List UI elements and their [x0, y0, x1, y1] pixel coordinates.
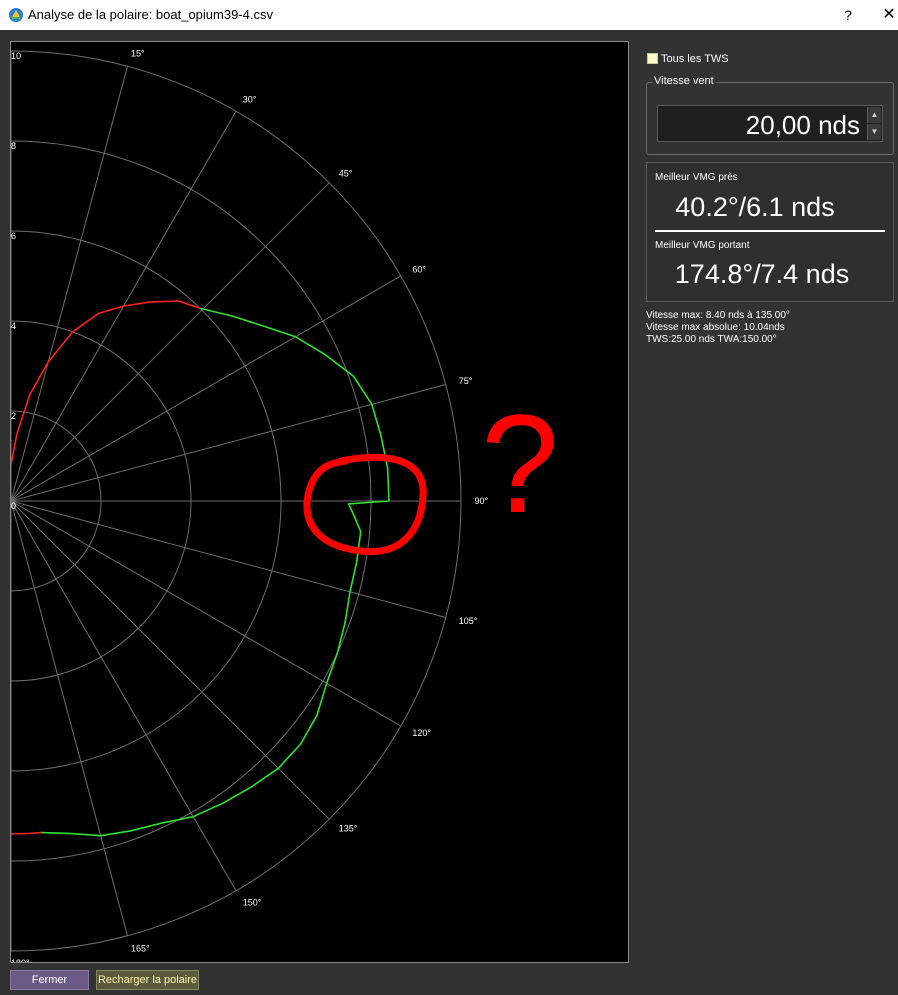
grid-radial-line [11, 500, 128, 936]
spin-up-arrow-icon[interactable]: ▲ [867, 107, 881, 123]
close-window-button[interactable]: ✕ [880, 4, 898, 26]
vmg-divider [655, 230, 885, 232]
speed-info: Vitesse max: 8.40 nds à 135.00° Vitesse … [646, 310, 790, 346]
radius-tick-label: 4 [11, 321, 16, 331]
angle-tick-label: 45° [339, 168, 353, 178]
angle-tick-label: 15° [131, 48, 145, 58]
angle-tick-label: 60° [412, 264, 426, 274]
angle-tick-label: 120° [412, 728, 431, 738]
close-button[interactable]: Fermer [10, 970, 89, 990]
grid-radial-line [11, 500, 401, 727]
grid-radial-line [11, 500, 446, 618]
title-bar: Analyse de la polaire: boat_opium39-4.cs… [0, 0, 898, 30]
wind-speed-value[interactable]: 20,00 nds [746, 110, 860, 141]
vmg-upwind-label: Meilleur VMG près [655, 172, 738, 183]
vmg-downwind-value: 174.8°/7.4 nds [674, 259, 850, 289]
grid-radial-line [11, 182, 330, 502]
window-title: Analyse de la polaire: boat_opium39-4.cs… [28, 7, 273, 22]
grid-radial-line [11, 384, 446, 502]
radius-tick-label: 10 [11, 51, 21, 61]
reload-polar-button[interactable]: Recharger la polaire [96, 970, 199, 990]
radius-tick-label: 0 [11, 501, 16, 511]
angle-tick-label: 150° [243, 897, 262, 907]
radius-tick-label: 6 [11, 231, 16, 241]
polar-series-line [11, 831, 42, 835]
polar-series-line [11, 300, 201, 466]
spin-down-arrow-icon[interactable]: ▼ [867, 124, 881, 140]
angle-tick-label: 135° [339, 824, 358, 834]
max-absolute-speed-text: Vitesse max absolue: 10.04nds [646, 322, 785, 333]
max-speed-text: Vitesse max: 8.40 nds à 135.00° [646, 310, 790, 321]
annotation-question-mark: ? [481, 385, 559, 542]
grid-radial-line [11, 500, 330, 820]
angle-tick-label: 30° [243, 95, 257, 105]
angle-tick-label: 105° [459, 616, 478, 626]
radius-tick-label: 8 [11, 141, 16, 151]
angle-tick-label: 75° [459, 376, 473, 386]
vmg-upwind-value: 40.2°/6.1 nds [675, 192, 835, 222]
polar-chart-svg: 108642015°30°45°60°75°90°105°120°135°150… [11, 48, 559, 963]
grid-radial-line [11, 66, 128, 502]
radius-tick-label: 2 [11, 411, 16, 421]
vmg-downwind-label: Meilleur VMG portant [655, 240, 750, 251]
annotation-circle [303, 453, 427, 556]
polar-series-line [41, 307, 390, 837]
app-icon [9, 8, 23, 22]
help-button[interactable]: ? [838, 4, 858, 26]
all-tws-checkbox[interactable] [647, 53, 658, 64]
wind-speed-spinbox[interactable]: 20,00 nds ▲ ▼ [657, 105, 883, 142]
all-tws-label: Tous les TWS [661, 53, 729, 65]
tws-twa-text: TWS:25.00 nds TWA:150.00° [646, 334, 777, 345]
polar-plot[interactable]: 10 8 6 4 2 0 15° 30° 45° 60° 75° 90° 105° 120° 135° 150… [10, 41, 629, 963]
angle-tick-label: 165° [131, 944, 150, 954]
wind-speed-group-title: Vitesse vent [652, 75, 716, 87]
angle-tick-label: 180° [11, 958, 30, 963]
